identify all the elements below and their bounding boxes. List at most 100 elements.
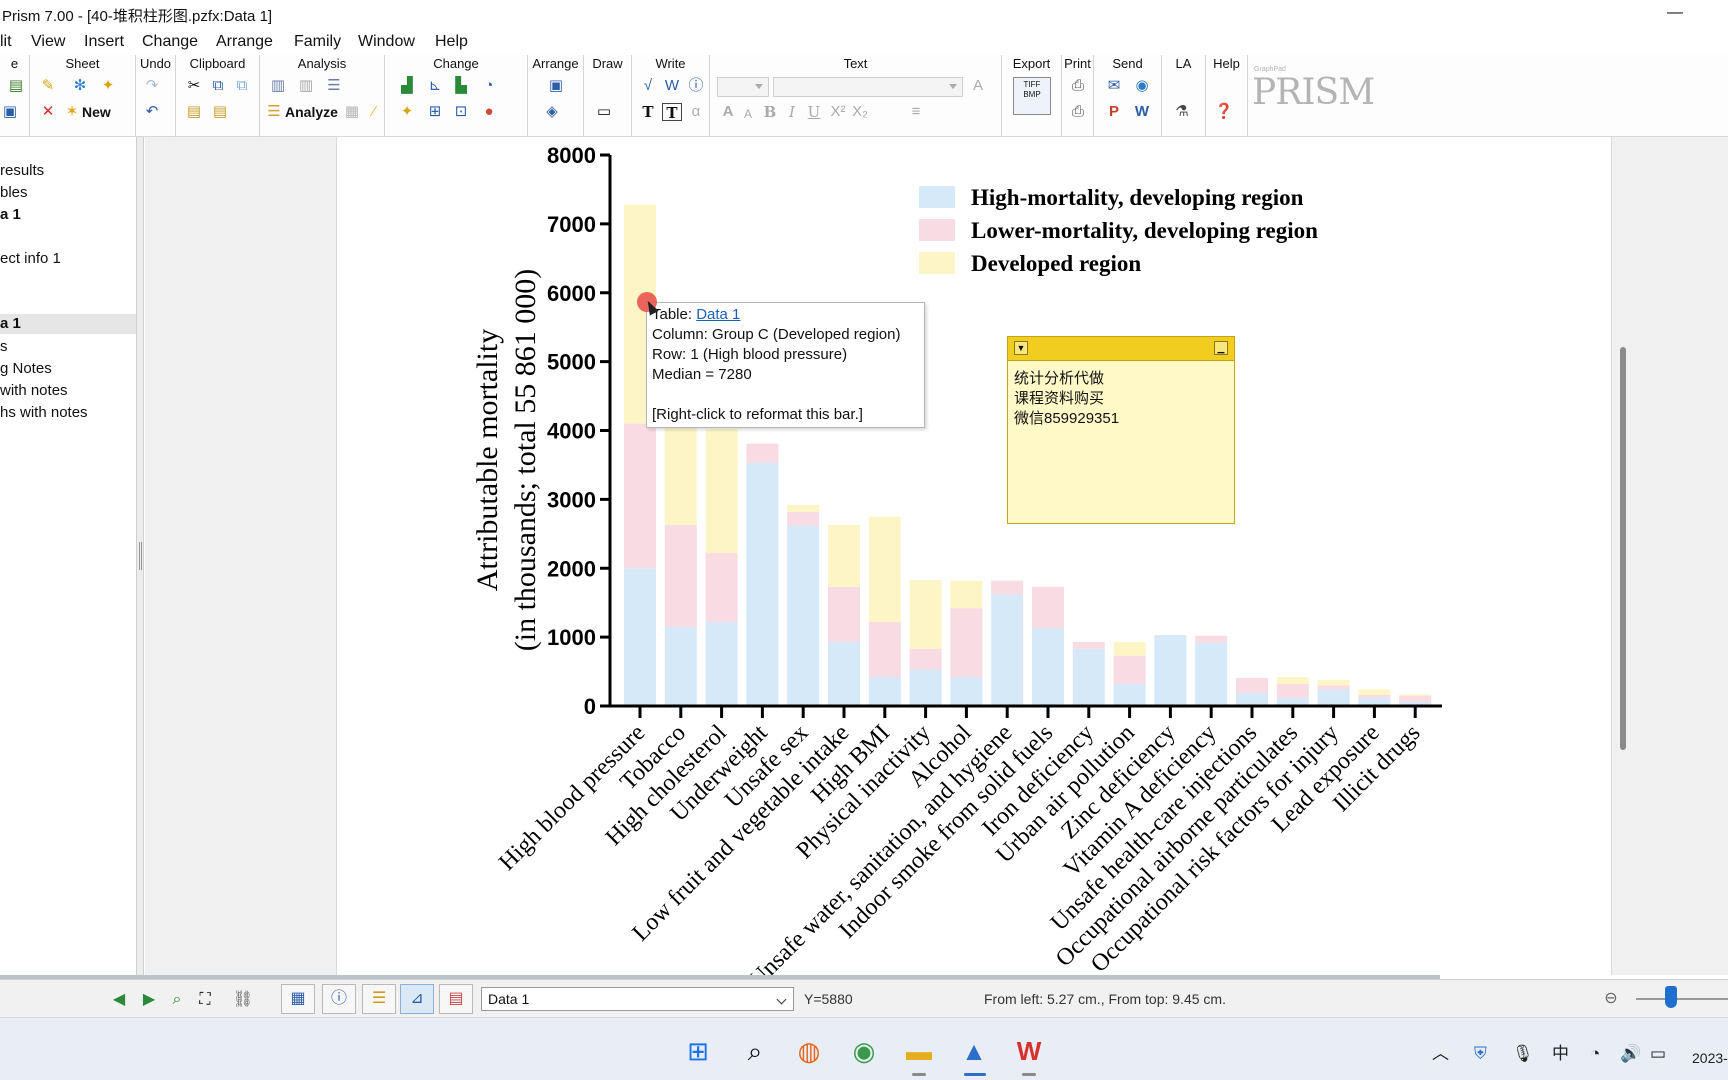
firefox-icon[interactable]: ◍	[792, 1034, 826, 1068]
print-icon[interactable]: ⎙	[1068, 77, 1088, 95]
nav-item-getting-notes[interactable]: g Notes	[0, 359, 136, 379]
zoom-out-icon[interactable]: ⊖	[1600, 988, 1622, 1010]
bar-segment[interactable]	[909, 648, 942, 670]
sheet-selector[interactable]: Data 1	[481, 987, 794, 1011]
zoom-graph-icon[interactable]: ⊡	[451, 103, 471, 121]
bar-segment[interactable]	[1154, 635, 1187, 706]
snowflake-icon[interactable]: ✻	[70, 77, 90, 95]
group-objects-icon[interactable]: ◈	[542, 103, 562, 121]
cut-icon[interactable]: ✂	[184, 77, 204, 95]
search-icon[interactable]: ⌕	[738, 1034, 772, 1068]
lab-archive-icon[interactable]: ⚗	[1172, 103, 1192, 121]
bar-segment[interactable]	[1113, 641, 1146, 656]
prism-app-icon[interactable]: ▲	[957, 1034, 991, 1068]
menu-change[interactable]: Change	[142, 33, 198, 51]
search-sheet-icon[interactable]: ⌕	[166, 989, 188, 1011]
delete-sheet-icon[interactable]: ✕	[38, 103, 58, 121]
bar-segment[interactable]	[828, 524, 860, 587]
bar-segment[interactable]	[1195, 642, 1228, 706]
bar-segment[interactable]	[787, 504, 820, 512]
bar-segment[interactable]	[1195, 635, 1228, 643]
magic-wand-icon[interactable]: ✦	[98, 77, 118, 95]
bar-segment[interactable]	[787, 511, 820, 526]
microphone-icon[interactable]: 🎙	[1512, 1044, 1534, 1064]
volume-icon[interactable]: 🔊	[1620, 1044, 1641, 1064]
table-icon[interactable]: ▦	[342, 103, 362, 121]
bar-segment[interactable]	[1317, 689, 1350, 706]
globe-icon[interactable]: ◉	[1132, 77, 1152, 95]
bar-segment[interactable]	[909, 669, 942, 706]
next-sheet-icon[interactable]: ▶	[138, 989, 160, 1011]
bar-segment[interactable]	[664, 524, 697, 627]
font-family-select[interactable]	[773, 77, 963, 97]
menu-help[interactable]: Help	[435, 33, 468, 51]
help-icon[interactable]: ❓	[1214, 103, 1234, 121]
font-color-icon[interactable]: A	[968, 77, 988, 95]
nav-item-project-info[interactable]: ect info 1	[0, 249, 136, 269]
nav-item-tables-with-notes[interactable]: with notes	[0, 381, 136, 401]
bar-chart-icon[interactable]: ▙	[451, 77, 471, 95]
wifi-icon[interactable]: ◔	[1590, 1044, 1600, 1064]
bar-segment[interactable]	[909, 579, 942, 649]
sticky-note-minimize-icon[interactable]: ▁	[1214, 341, 1228, 355]
powerpoint-icon[interactable]: P	[1104, 103, 1124, 121]
increase-font-icon[interactable]: A	[718, 103, 738, 121]
bar-segment[interactable]	[1072, 648, 1105, 706]
analysis-chart-icon[interactable]: ▥	[268, 77, 288, 95]
word-send-icon[interactable]: W	[1132, 103, 1152, 121]
info-constant-icon[interactable]: ⓘ	[686, 77, 706, 95]
battery-icon[interactable]: ▭	[1650, 1044, 1666, 1064]
bar-segment[interactable]	[1399, 701, 1432, 706]
format-icon[interactable]: ✦	[397, 103, 417, 121]
security-icon[interactable]: ⛨	[1474, 1044, 1487, 1064]
data-table-view-button[interactable]: ▦	[281, 984, 315, 1014]
file-explorer-icon[interactable]: ▬	[902, 1034, 936, 1068]
subscript-icon[interactable]: X₂	[850, 103, 870, 121]
new-sheet-button[interactable]: New	[82, 104, 111, 120]
binoculars-icon[interactable]: ⛶	[194, 989, 216, 1011]
previous-sheet-icon[interactable]: ◀	[108, 989, 130, 1011]
copy-special-icon[interactable]: ⧉	[232, 77, 252, 95]
axis-icon[interactable]: ⊾	[425, 77, 445, 95]
bar-segment[interactable]	[950, 677, 983, 706]
bar-segment[interactable]	[950, 608, 983, 678]
paste-special-icon[interactable]: ▤	[210, 103, 230, 121]
bar-segment[interactable]	[705, 621, 738, 706]
bar-segment[interactable]	[1317, 685, 1350, 690]
menu-family[interactable]: Family	[294, 33, 341, 51]
menu-edit[interactable]: lit	[0, 33, 12, 51]
nav-item-layouts[interactable]: s	[0, 337, 136, 357]
zoom-slider-thumb[interactable]	[1665, 986, 1677, 1008]
bar-segment[interactable]	[624, 423, 656, 569]
bar-segment[interactable]	[1276, 697, 1309, 706]
email-icon[interactable]: ✉	[1104, 77, 1124, 95]
info-view-button[interactable]: ⓘ	[322, 984, 356, 1014]
bar-segment[interactable]	[1113, 655, 1146, 684]
bar-segment[interactable]	[1399, 695, 1432, 702]
color-icon[interactable]: ●	[479, 103, 499, 121]
bar-segment[interactable]	[868, 516, 901, 622]
nav-item-graphs-with-notes[interactable]: hs with notes	[0, 403, 136, 423]
print-preview-icon[interactable]: ⎙	[1068, 103, 1088, 121]
nav-item-results[interactable]: results	[0, 161, 136, 181]
minimize-button[interactable]: —	[1655, 0, 1695, 28]
open-file-icon[interactable]: ▤	[6, 77, 26, 95]
bar-segment[interactable]	[746, 462, 779, 706]
bar-segment[interactable]	[1358, 694, 1391, 698]
bar-segment[interactable]	[664, 428, 697, 525]
nav-item-tables[interactable]: bles	[0, 183, 136, 203]
bar-segment[interactable]	[1032, 586, 1064, 629]
nav-item-graph-data-1[interactable]: a 1	[0, 314, 136, 334]
bar-segment[interactable]	[746, 443, 779, 463]
bar-segment[interactable]	[1276, 683, 1309, 698]
bar-segment[interactable]	[1358, 689, 1391, 695]
analysis-results-icon[interactable]: ▥	[296, 77, 316, 95]
wps-office-icon[interactable]: W	[1012, 1034, 1046, 1068]
bar-segment[interactable]	[828, 641, 860, 706]
menu-insert[interactable]: Insert	[84, 33, 124, 51]
sticky-note[interactable]: ▼ ▁ 统计分析代做 课程资料购买 微信859929351	[1007, 336, 1235, 524]
bar-segment[interactable]	[1072, 641, 1105, 649]
windows-start-icon[interactable]: ⊞	[681, 1034, 715, 1068]
greek-alpha-icon[interactable]: α	[686, 103, 706, 121]
bar-segment[interactable]	[1236, 677, 1268, 693]
